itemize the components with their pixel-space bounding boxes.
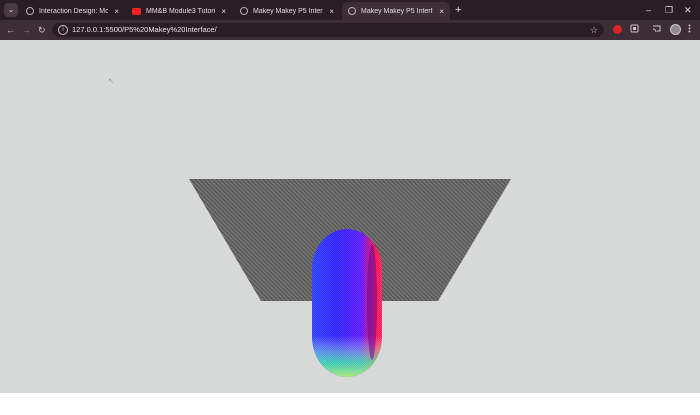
avatar-icon[interactable] [670, 24, 681, 35]
tab-interaction-design[interactable]: Interaction Design: Modelling × [20, 2, 125, 20]
extension-red-icon[interactable] [613, 25, 622, 34]
tab-makey-makey-active[interactable]: Makey Makey P5 Interface × [342, 2, 450, 20]
cast-icon[interactable] [652, 24, 661, 37]
bookmark-star-icon[interactable]: ☆ [590, 24, 598, 36]
scene-svg [189, 179, 511, 377]
tab-search-button[interactable]: ⌄ [4, 3, 18, 17]
restore-button[interactable]: ❐ [665, 3, 673, 17]
youtube-icon [132, 7, 141, 15]
browser-toolbar: ← → ↻ i 127.0.0.1:5500/P5%20Makey%20Inte… [0, 20, 700, 40]
minimize-button[interactable]: – [646, 3, 651, 17]
globe-icon [348, 7, 356, 15]
page-viewport: ↖ [0, 40, 700, 393]
tab-label: Interaction Design: Modelling [39, 7, 109, 15]
close-icon[interactable]: × [114, 7, 119, 16]
tab-youtube[interactable]: MM&B Module3 Tutorial1 - Yo × [126, 2, 232, 20]
close-icon[interactable]: × [439, 7, 444, 16]
close-window-button[interactable]: ✕ [684, 3, 692, 17]
extensions-icon[interactable] [630, 24, 639, 37]
torus-shape [312, 229, 382, 377]
reload-button[interactable]: ↻ [38, 24, 46, 36]
globe-icon [26, 7, 34, 15]
address-bar[interactable]: i 127.0.0.1:5500/P5%20Makey%20Interface/… [52, 23, 604, 37]
url-text[interactable]: 127.0.0.1:5500/P5%20Makey%20Interface/ [72, 24, 217, 36]
globe-icon [240, 7, 248, 15]
new-tab-button[interactable]: + [455, 3, 461, 17]
tab-label: Makey Makey P5 Interface [253, 7, 323, 15]
tab-label: MM&B Module3 Tutorial1 - Yo [146, 7, 216, 15]
tab-strip: ⌄ Interaction Design: Modelling × MM&B M… [0, 0, 700, 20]
site-info-icon[interactable]: i [58, 25, 68, 35]
p5-canvas[interactable]: ↖ [0, 40, 700, 377]
back-button[interactable]: ← [6, 24, 15, 36]
tab-makey-makey[interactable]: Makey Makey P5 Interface × [234, 2, 340, 20]
forward-button[interactable]: → [22, 24, 31, 36]
tab-label: Makey Makey P5 Interface [361, 7, 433, 15]
close-icon[interactable]: × [329, 7, 334, 16]
close-icon[interactable]: × [221, 7, 226, 16]
menu-icon[interactable] [688, 24, 691, 37]
